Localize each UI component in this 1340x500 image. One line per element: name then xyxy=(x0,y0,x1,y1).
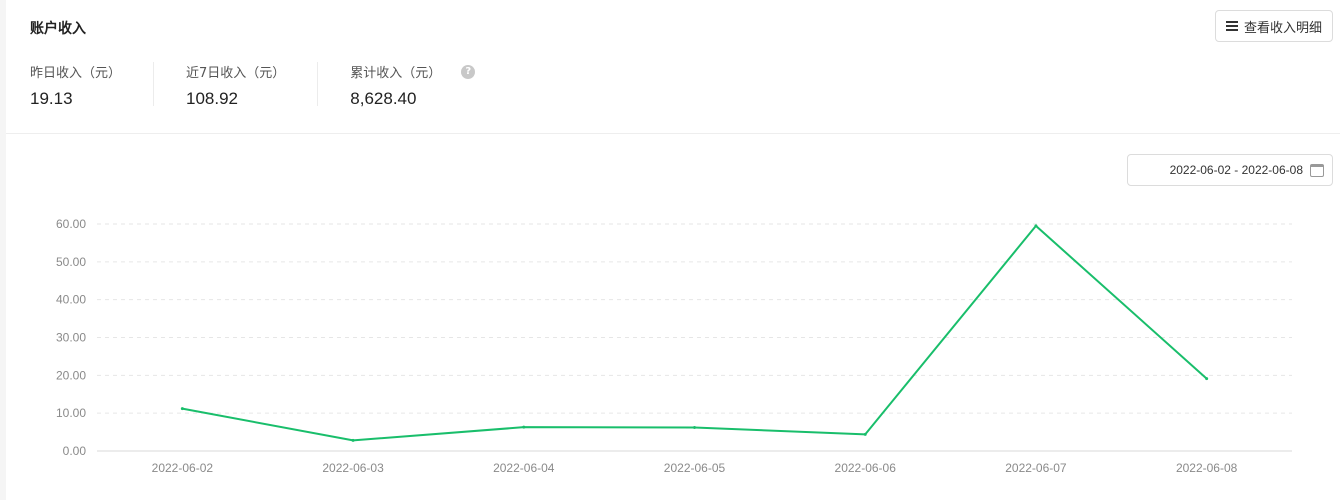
stat-total: 累计收入（元） ? 8,628.40 xyxy=(350,62,507,108)
view-income-detail-button[interactable]: 查看收入明细 xyxy=(1215,10,1333,42)
data-point xyxy=(1205,377,1209,381)
date-range-value: 2022-06-02 - 2022-06-08 xyxy=(1169,163,1303,177)
data-point xyxy=(863,432,867,436)
help-icon[interactable]: ? xyxy=(461,64,476,79)
y-tick-label: 10.00 xyxy=(56,406,86,420)
series-line xyxy=(182,224,1208,442)
stat-value: 19.13 xyxy=(30,89,73,108)
x-tick-label: 2022-06-07 xyxy=(1005,461,1067,475)
x-tick-label: 2022-06-08 xyxy=(1176,461,1238,475)
calendar-icon xyxy=(1310,163,1324,177)
data-point xyxy=(522,425,526,429)
x-tick-label: 2022-06-02 xyxy=(152,461,214,475)
menu-icon xyxy=(1225,21,1238,31)
y-tick-label: 50.00 xyxy=(56,255,86,269)
income-line-chart: 0.00 10.00 20.00 30.00 40.00 50.00 60.00 2022-0… xyxy=(56,217,1292,475)
page-title: 账户收入 xyxy=(30,20,86,36)
view-income-detail-label: 查看收入明细 xyxy=(1243,20,1322,36)
stat-last-7-days: 近7日收入（元） 108.92 xyxy=(186,62,319,108)
stat-label: 近7日收入（元） xyxy=(186,66,286,81)
stat-yesterday: 昨日收入（元） 19.13 xyxy=(30,62,155,108)
income-stats: 昨日收入（元） 19.13 近7日收入（元） 108.92 累计收入（元） ? … xyxy=(30,62,539,108)
data-point xyxy=(351,438,355,442)
stat-value: 8,628.40 xyxy=(350,89,417,108)
x-tick-label: 2022-06-06 xyxy=(835,461,897,475)
data-point xyxy=(180,407,184,411)
date-range-picker[interactable]: 2022-06-02 - 2022-06-08 xyxy=(1127,154,1333,186)
x-tick-label: 2022-06-04 xyxy=(493,461,555,475)
y-tick-label: 0.00 xyxy=(63,444,87,458)
stat-label: 昨日收入（元） xyxy=(30,66,122,81)
stat-label-total: 累计收入（元） ? xyxy=(350,62,476,81)
section-divider xyxy=(6,133,1340,134)
y-tick-label: 20.00 xyxy=(56,368,86,382)
y-tick-label: 60.00 xyxy=(56,217,86,231)
data-point xyxy=(693,426,696,430)
data-point xyxy=(1034,224,1038,228)
x-tick-label: 2022-06-03 xyxy=(322,461,384,475)
y-tick-label: 30.00 xyxy=(56,331,86,345)
y-tick-label: 40.00 xyxy=(56,293,86,307)
x-tick-label: 2022-06-05 xyxy=(664,461,726,475)
stat-label-text: 累计收入（元） xyxy=(350,66,442,81)
stat-value: 108.92 xyxy=(186,89,239,108)
